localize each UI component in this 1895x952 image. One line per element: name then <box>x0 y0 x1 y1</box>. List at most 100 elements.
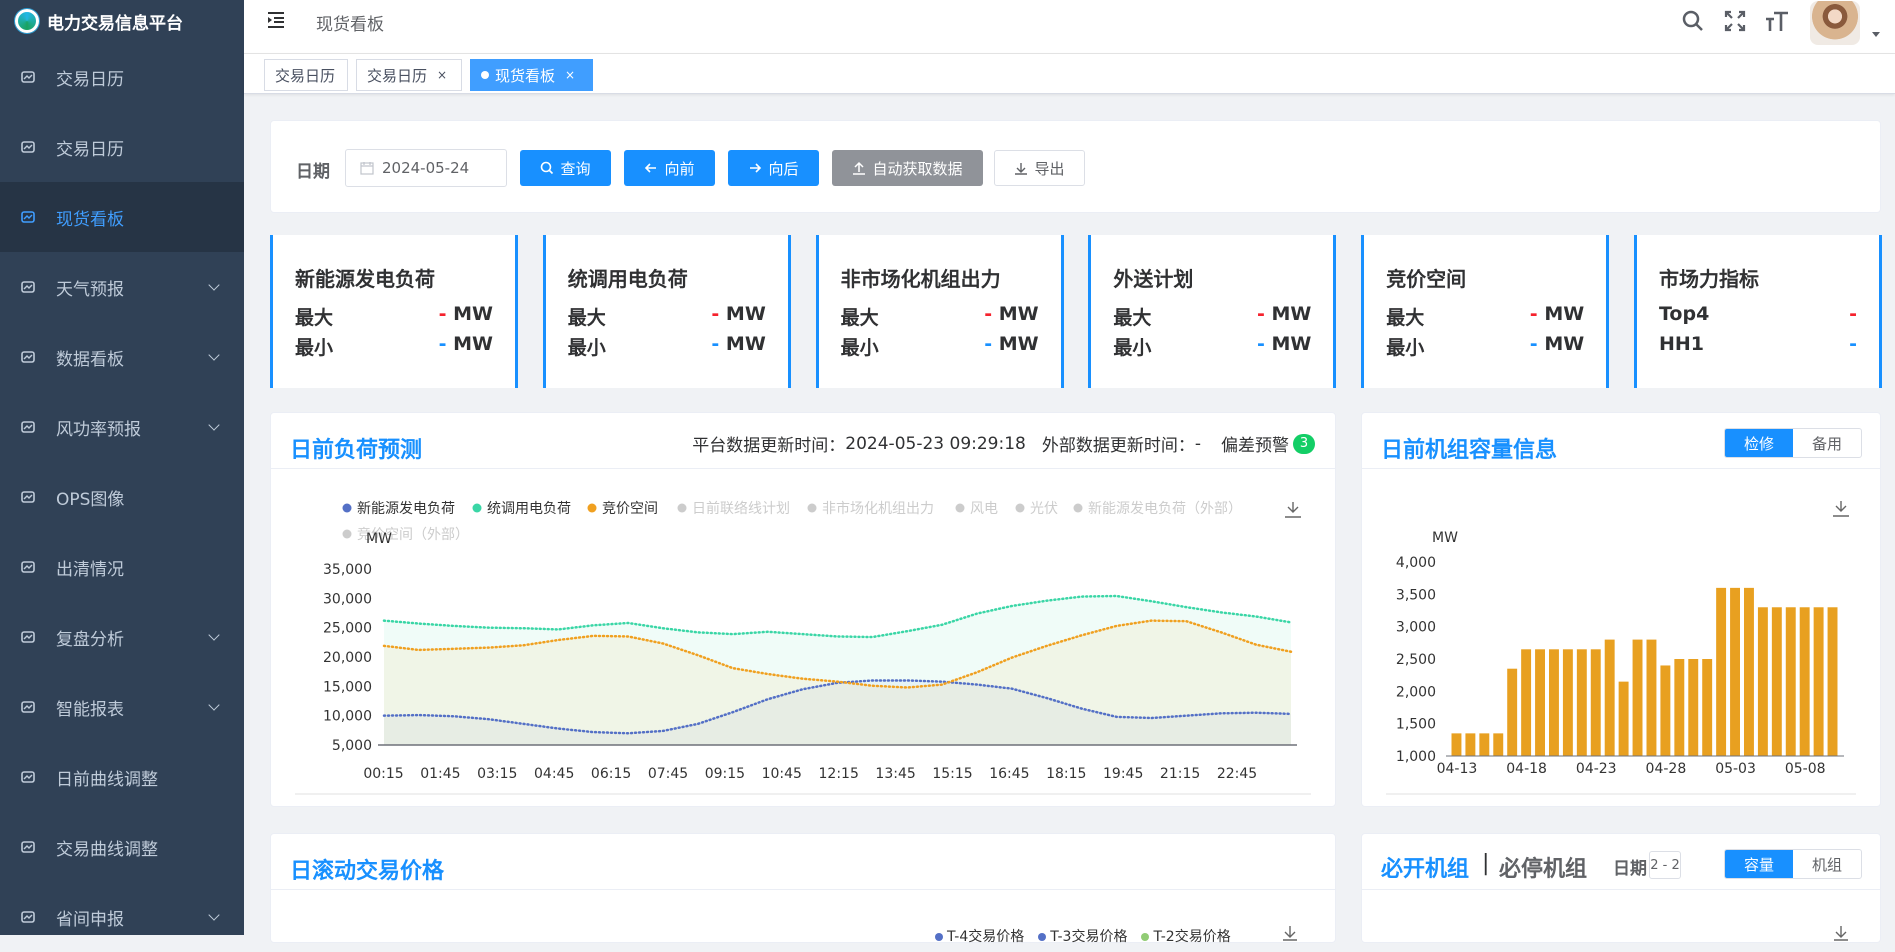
stat-min-label: 最小 <box>840 337 879 359</box>
sidebar-item[interactable]: 风功率预报 <box>0 392 244 462</box>
legend-item[interactable]: 竞价空间（外部） <box>342 526 470 543</box>
legend-item[interactable]: 新能源发电负荷（外部） <box>1073 501 1243 517</box>
sidebar-item[interactable]: OPS图像 <box>0 462 244 532</box>
globe-icon <box>20 419 36 435</box>
sidebar-item-label: 交易日历 <box>56 139 124 160</box>
app-logo[interactable]: 电力交易信息平台 <box>0 0 244 42</box>
segment-capacity[interactable]: 容量 <box>1725 850 1793 878</box>
sidebar-item[interactable]: 日前曲线调整 <box>0 742 244 812</box>
download-icon[interactable] <box>1281 924 1299 942</box>
chevron-down-icon <box>208 629 220 641</box>
legend-item[interactable]: 竞价空间 <box>587 500 659 517</box>
update-info: 平台数据更新时间： 2024-05-23 09:29:18 外部数据更新时间： … <box>692 431 1315 456</box>
legend-item[interactable]: 非市场化机组出力 <box>807 500 935 517</box>
y-axis-label: MW <box>1432 530 1458 546</box>
sidebar-item[interactable]: 天气预报 <box>0 252 244 322</box>
segment-maintenance[interactable]: 检修 <box>1725 429 1793 457</box>
avatar[interactable] <box>1810 1 1860 45</box>
tag-0[interactable]: 交易日历 <box>264 59 348 91</box>
stat-min-value: - <box>1529 333 1538 355</box>
sidebar-item[interactable]: 交易曲线调整 <box>0 812 244 882</box>
must-stop-title[interactable]: 必停机组 <box>1499 851 1587 883</box>
deviation-warning-label[interactable]: 偏差预警 <box>1221 431 1289 456</box>
x-tick-label: 15:15 <box>932 766 972 782</box>
sidebar-item[interactable]: 复盘分析 <box>0 602 244 672</box>
fullscreen-icon[interactable] <box>1723 9 1747 33</box>
search-icon[interactable] <box>1681 9 1705 33</box>
x-tick-label: 22:45 <box>1217 766 1257 782</box>
price-title: 日滚动交易价格 <box>290 859 445 884</box>
chevron-down-icon[interactable] <box>1872 32 1880 37</box>
legend-marker <box>1015 503 1025 513</box>
segment-units[interactable]: 机组 <box>1793 850 1861 878</box>
download-icon[interactable] <box>1285 502 1301 518</box>
load-forecast-title: 日前负荷预测 <box>290 438 423 463</box>
sidebar-item[interactable]: 出清情况 <box>0 532 244 602</box>
prev-button[interactable]: 向前 <box>624 150 715 186</box>
stat-min-value: - <box>1257 333 1265 355</box>
stat-unit: MW <box>1271 303 1312 325</box>
sidebar-item[interactable]: 智能报表 <box>0 672 244 742</box>
hamburger-icon[interactable] <box>266 10 286 30</box>
ext-update-label: 外部数据更新时间： <box>1041 436 1195 456</box>
legend-item[interactable]: T-4交易价格 <box>935 926 1024 946</box>
legend-item[interactable]: 统调用电负荷 <box>472 501 572 517</box>
checkbox-icon <box>20 559 36 575</box>
legend-item[interactable]: 风电 <box>955 501 999 517</box>
next-button[interactable]: 向后 <box>728 150 819 186</box>
tag-1[interactable]: 交易日历 × <box>356 59 462 91</box>
legend-item[interactable]: 日前联络线计划 <box>677 500 791 517</box>
x-tick-label: 07:45 <box>648 766 688 782</box>
x-tick-label: 03:15 <box>477 766 517 782</box>
query-button[interactable]: 查询 <box>520 150 611 186</box>
capacity-bar <box>1813 607 1824 756</box>
x-tick-label: 21:15 <box>1160 766 1200 782</box>
legend-item[interactable]: T-2交易价格 <box>1141 926 1231 946</box>
legend-item[interactable]: 新能源发电负荷 <box>342 501 456 517</box>
stat-unit: MW <box>998 303 1039 325</box>
tag-label: 交易日历 <box>275 66 336 85</box>
auto-fetch-label: 自动获取数据 <box>872 159 963 178</box>
sidebar-item[interactable]: 省间申报 <box>0 882 244 952</box>
sidebar-item-label: 风功率预报 <box>56 419 141 440</box>
app-title: 电力交易信息平台 <box>47 13 183 34</box>
capacity-bar <box>1799 607 1810 756</box>
tag-2[interactable]: 现货看板 × <box>470 59 593 91</box>
date-picker[interactable]: 2024-05-24 <box>345 149 507 187</box>
update-time: 2024-05-23 09:29:18 <box>845 433 1026 454</box>
stat-min-label: 最小 <box>1113 337 1152 359</box>
header: 现货看板 <box>244 0 1895 54</box>
load-forecast-chart: 新能源发电负荷 统调用电负荷 竞价空间 日前联络线计划 非市场化机组出力 风电 光伏 新能源发… <box>295 500 1311 795</box>
must-run-title[interactable]: 必开机组 <box>1381 851 1469 883</box>
close-icon[interactable]: × <box>437 68 447 82</box>
sidebar-item[interactable]: 交易日历 <box>0 42 244 112</box>
y-tick-label: 2,000 <box>1396 684 1436 700</box>
auto-fetch-button[interactable]: 自动获取数据 <box>832 150 983 186</box>
unit-date-value: 2 - 2 <box>1650 857 1680 873</box>
sidebar-item-label: 数据看板 <box>56 349 124 370</box>
legend-label: 新能源发电负荷 <box>357 501 455 517</box>
capacity-bar <box>1702 659 1713 756</box>
legend-marker <box>342 503 352 513</box>
unit-date-picker[interactable]: 2 - 2 <box>1649 851 1681 879</box>
legend-item[interactable]: 光伏 <box>1015 501 1059 517</box>
sidebar-item[interactable]: 数据看板 <box>0 322 244 392</box>
legend-item[interactable]: T-3交易价格 <box>1038 926 1127 946</box>
active-dot-icon <box>481 71 489 79</box>
export-button[interactable]: 导出 <box>994 150 1085 186</box>
font-size-icon[interactable] <box>1764 9 1790 33</box>
download-icon[interactable] <box>1833 501 1849 517</box>
dashboard-icon <box>20 69 36 85</box>
download-icon[interactable] <box>1832 924 1850 942</box>
sidebar-item[interactable]: 现货看板 <box>0 182 244 252</box>
segment-standby[interactable]: 备用 <box>1793 429 1861 457</box>
date-label: 日期 <box>296 162 330 182</box>
y-tick-label: 4,000 <box>1396 555 1436 571</box>
stat-card: 新能源发电负荷 最大 - MW 最小 - MW <box>270 235 518 388</box>
must-run-panel: 必开机组 | 必停机组 日期 2 - 2 容量 机组 <box>1361 833 1881 943</box>
x-tick-label: 04-23 <box>1576 761 1617 777</box>
sidebar-item[interactable]: 交易日历 <box>0 112 244 182</box>
stat-title: 市场力指标 <box>1659 267 1759 291</box>
stat-unit: MW <box>1271 333 1312 355</box>
close-icon[interactable]: × <box>565 68 575 82</box>
